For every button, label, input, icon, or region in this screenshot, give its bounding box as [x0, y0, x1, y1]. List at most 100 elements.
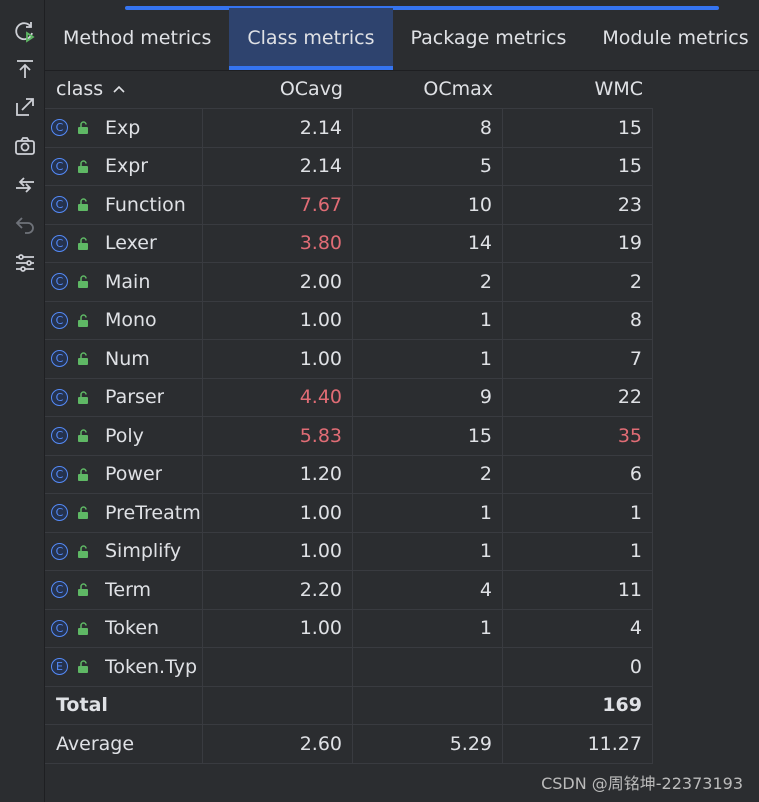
- ocmax-cell: 1: [353, 532, 503, 570]
- class-icon: C: [51, 465, 68, 483]
- watermark: CSDN @周铭坤-22373193: [541, 774, 743, 793]
- ocmax-cell: 8: [353, 109, 503, 147]
- table-row[interactable]: C Lexer 3.80 14 19: [45, 224, 653, 263]
- tab-class-metrics[interactable]: Class metrics: [229, 8, 393, 70]
- class-name: Parser: [105, 386, 165, 409]
- camera-icon[interactable]: [12, 133, 38, 159]
- table-row[interactable]: C Exp 2.14 8 15: [45, 109, 653, 148]
- sort-ascending-icon: [113, 81, 125, 97]
- table-row[interactable]: C Power 1.20 2 6: [45, 455, 653, 494]
- enum-icon: E: [51, 658, 68, 676]
- total-ocavg: [203, 686, 353, 724]
- wmc-cell: 22: [503, 378, 653, 416]
- class-cell: C Parser: [45, 378, 203, 416]
- ocavg-cell: 7.67: [203, 186, 353, 224]
- class-name: Lexer: [105, 232, 157, 255]
- table-row[interactable]: C Num 1.00 1 7: [45, 340, 653, 379]
- class-name: PreTreatm: [105, 501, 201, 524]
- class-cell: C Token: [45, 609, 203, 647]
- table-row[interactable]: C Parser 4.40 9 22: [45, 378, 653, 417]
- tab-package-metrics[interactable]: Package metrics: [393, 8, 585, 68]
- public-lock-icon: [78, 583, 88, 597]
- class-icon: C: [51, 388, 68, 406]
- class-name: Num: [105, 347, 150, 370]
- metrics-table: class OCavg OCmax WMC C Exp 2.14 8 15 C Expr 2.…: [45, 70, 653, 764]
- class-icon: C: [51, 273, 68, 291]
- class-icon: C: [51, 542, 68, 560]
- table-row[interactable]: C Expr 2.14 5 15: [45, 147, 653, 186]
- wmc-cell: 4: [503, 609, 653, 647]
- public-lock-icon: [78, 275, 88, 289]
- left-toolbar: [0, 0, 45, 802]
- public-lock-icon: [78, 622, 88, 635]
- class-cell: C Expr: [45, 147, 203, 185]
- column-header-class[interactable]: class: [45, 70, 203, 108]
- settings-sliders-icon[interactable]: [12, 250, 38, 276]
- table-row[interactable]: C Main 2.00 2 2: [45, 263, 653, 302]
- class-name: Exp: [105, 116, 141, 139]
- column-header-wmc[interactable]: WMC: [503, 70, 653, 108]
- public-lock-icon: [78, 545, 88, 558]
- ocmax-cell: 1: [353, 301, 503, 339]
- table-row[interactable]: C Simplify 1.00 1 1: [45, 532, 653, 571]
- total-label: Total: [45, 686, 203, 724]
- table-row[interactable]: C Term 2.20 4 11: [45, 571, 653, 610]
- ocmax-cell: 2: [353, 263, 503, 301]
- public-lock-icon: [78, 198, 88, 212]
- wmc-cell: 8: [503, 301, 653, 339]
- table-row[interactable]: C Mono 1.00 1 8: [45, 301, 653, 340]
- public-lock-icon: [78, 468, 88, 481]
- total-ocmax: [353, 686, 503, 724]
- total-row: Total 169: [45, 686, 653, 725]
- wmc-cell: 6: [503, 455, 653, 493]
- ocmax-cell: 1: [353, 494, 503, 532]
- column-header-ocmax[interactable]: OCmax: [353, 70, 503, 108]
- wmc-cell: 0: [503, 648, 653, 686]
- class-icon: C: [51, 427, 68, 445]
- ocmax-cell: 1: [353, 340, 503, 378]
- class-icon: C: [51, 311, 68, 329]
- table-row[interactable]: C Poly 5.83 15 35: [45, 417, 653, 456]
- wmc-cell: 1: [503, 532, 653, 570]
- open-external-icon[interactable]: [12, 94, 38, 120]
- class-cell: E Token.Typ: [45, 648, 203, 686]
- ocavg-cell: 1.00: [203, 532, 353, 570]
- class-cell: C Term: [45, 571, 203, 609]
- public-lock-icon: [78, 506, 88, 520]
- class-cell: C PreTreatm: [45, 494, 203, 532]
- class-icon: C: [51, 157, 68, 175]
- public-lock-icon: [78, 160, 88, 173]
- table-row[interactable]: C Token 1.00 1 4: [45, 609, 653, 648]
- class-name: Term: [105, 578, 152, 601]
- ocmax-cell: 15: [353, 417, 503, 455]
- tab-method-metrics[interactable]: Method metrics: [45, 8, 229, 68]
- tab-module-metrics[interactable]: Module metrics: [584, 8, 759, 68]
- wmc-cell: 35: [503, 417, 653, 455]
- class-name: Token.Typ: [105, 655, 198, 678]
- class-cell: C Exp: [45, 109, 203, 147]
- wmc-cell: 1: [503, 494, 653, 532]
- table-row[interactable]: E Token.Typ 0: [45, 648, 653, 687]
- ocavg-cell: [203, 648, 353, 686]
- class-name: Function: [105, 193, 186, 216]
- table-row[interactable]: C Function 7.67 10 23: [45, 186, 653, 225]
- total-wmc: 169: [503, 686, 653, 724]
- wmc-cell: 23: [503, 186, 653, 224]
- metrics-panel: Method metrics Class metrics Package met…: [45, 0, 759, 802]
- ocmax-cell: [353, 648, 503, 686]
- class-icon: C: [51, 119, 68, 137]
- ocavg-cell: 1.20: [203, 455, 353, 493]
- class-icon: C: [51, 196, 68, 214]
- column-header-ocavg[interactable]: OCavg: [203, 70, 353, 108]
- refresh-run-icon[interactable]: [12, 18, 38, 44]
- ocavg-cell: 1.00: [203, 494, 353, 532]
- export-icon[interactable]: [12, 56, 38, 82]
- average-label: Average: [45, 725, 203, 763]
- class-cell: C Function: [45, 186, 203, 224]
- compare-icon[interactable]: [12, 172, 38, 198]
- class-name: Main: [105, 270, 151, 293]
- table-row[interactable]: C PreTreatm 1.00 1 1: [45, 494, 653, 533]
- class-icon: C: [51, 504, 68, 522]
- class-icon: C: [51, 234, 68, 252]
- undo-icon[interactable]: [12, 211, 38, 237]
